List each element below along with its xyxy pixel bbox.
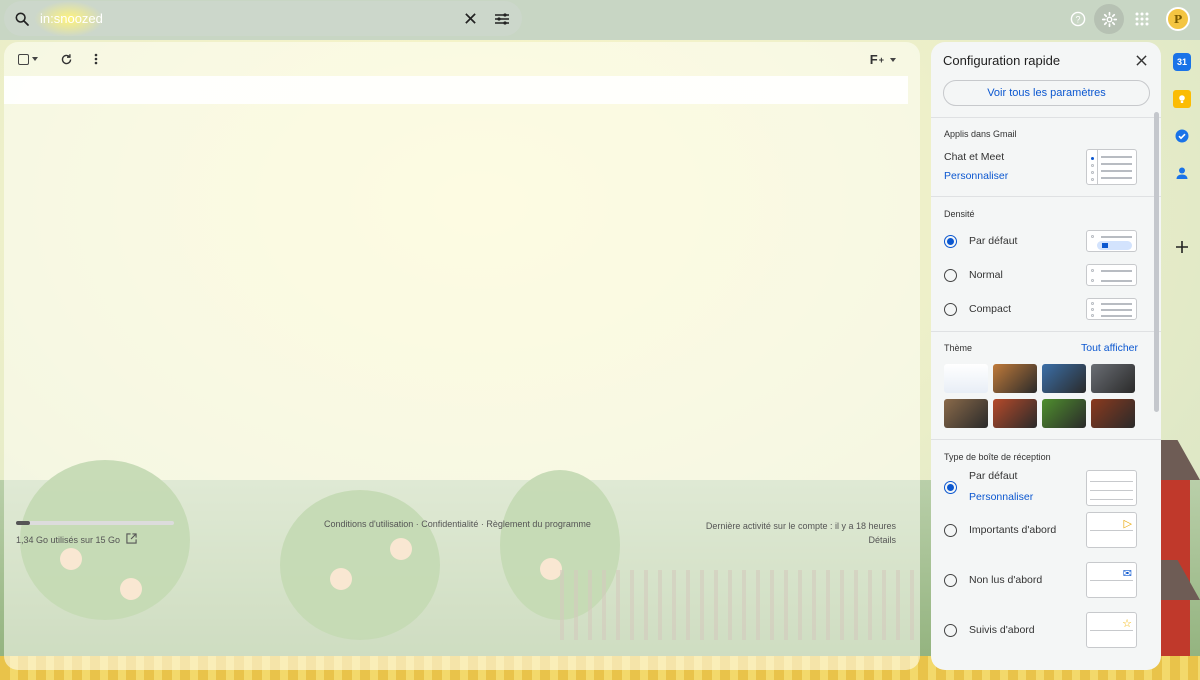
search-options-icon[interactable] [486, 3, 518, 35]
last-activity-text: Dernière activité sur le compte : il y a… [705, 521, 896, 531]
inbox-default-preview [1086, 470, 1137, 506]
footer-links: Conditions d'utilisation · Confidentiali… [324, 519, 591, 529]
tasks-icon[interactable] [1173, 127, 1191, 145]
theme-swatch[interactable] [944, 364, 988, 393]
inbox-type-section: Type de boîte de réception Par défaut Pe… [931, 440, 1161, 648]
theme-swatch[interactable] [993, 364, 1037, 393]
radio-unchecked-icon[interactable] [944, 573, 957, 587]
calendar-label: 31 [1176, 57, 1187, 67]
radio-unchecked-icon[interactable] [944, 623, 957, 637]
settings-gear-icon[interactable] [1094, 4, 1124, 34]
radio-unchecked-icon[interactable] [944, 268, 957, 282]
radio-unchecked-icon[interactable] [944, 523, 957, 537]
inbox-starred-preview: ☆ [1086, 612, 1137, 648]
theme-swatch[interactable] [1042, 364, 1086, 393]
inbox-unread-preview: ✉ [1086, 562, 1137, 598]
theme-swatch[interactable] [944, 399, 988, 428]
apps-label: Applis dans Gmail [944, 129, 1017, 139]
search-bar[interactable] [4, 1, 522, 37]
theme-section: Thème Tout afficher [931, 332, 1161, 428]
inbox-customize-link[interactable]: Personnaliser [969, 491, 1033, 503]
close-icon[interactable] [1129, 48, 1153, 72]
help-icon[interactable]: ? [1062, 3, 1094, 35]
account-activity: Dernière activité sur le compte : il y a… [706, 519, 896, 547]
inbox-option-starred[interactable]: Suivis d'abord ☆ [944, 612, 1137, 648]
radio-checked-icon[interactable] [944, 481, 957, 494]
apps-customize-link[interactable]: Personnaliser [944, 170, 1008, 182]
terms-link[interactable]: Conditions d'utilisation [324, 519, 413, 529]
details-link[interactable]: Détails [706, 533, 896, 547]
empty-mail-row [4, 76, 908, 104]
search-input[interactable] [40, 11, 420, 26]
chevron-down-icon [32, 57, 38, 61]
density-normal-label: Normal [969, 269, 1003, 281]
inbox-important-label: Importants d'abord [969, 524, 1057, 536]
theme-swatch[interactable] [1091, 364, 1135, 393]
contacts-icon[interactable] [1173, 164, 1191, 182]
apps-section: Applis dans Gmail Chat et Meet Personnal… [931, 118, 1161, 185]
radio-checked-icon[interactable] [944, 234, 957, 248]
inbox-important-preview: ▷ [1086, 512, 1137, 548]
density-normal-preview [1086, 264, 1137, 286]
see-all-settings-button[interactable]: Voir tous les paramètres [943, 80, 1150, 106]
storage-bar [16, 521, 174, 525]
envelope-icon: ✉ [1122, 568, 1132, 580]
more-options-icon[interactable] [82, 45, 110, 73]
search-icon[interactable] [6, 3, 38, 35]
radio-unchecked-icon[interactable] [944, 302, 957, 316]
theme-label: Thème [944, 343, 973, 353]
calendar-icon[interactable]: 31 [1173, 53, 1191, 71]
inbox-option-important[interactable]: Importants d'abord ▷ [944, 512, 1137, 548]
plus-mark: + [878, 54, 884, 65]
inbox-unread-label: Non lus d'abord [969, 574, 1043, 586]
inbox-option-default[interactable]: Par défaut Personnaliser [944, 470, 1137, 506]
inbox-type-label: Type de boîte de réception [944, 452, 1051, 462]
theme-swatch[interactable] [1091, 399, 1135, 428]
quick-settings-panel: Configuration rapide Voir tous les param… [931, 42, 1161, 670]
inbox-default-label: Par défaut [969, 470, 1018, 482]
apps-grid-icon[interactable] [1126, 3, 1158, 35]
density-option-compact[interactable]: Compact [944, 298, 1137, 320]
density-label: F [869, 52, 878, 67]
density-compact-preview [1086, 298, 1137, 320]
side-app-rail: 31 [1164, 42, 1200, 680]
density-section: Densité Par défaut Normal Compact [931, 197, 1161, 320]
mail-list-panel: F + 1,34 Go utilisés sur 15 Go Condition… [4, 42, 920, 670]
select-all-checkbox[interactable] [14, 45, 42, 73]
quick-settings-title: Configuration rapide [943, 52, 1061, 68]
density-label: Densité [944, 209, 975, 219]
theme-grid [944, 364, 1137, 428]
show-all-themes-link[interactable]: Tout afficher [1081, 342, 1138, 354]
refresh-icon[interactable] [52, 45, 80, 73]
clear-search-icon[interactable] [454, 3, 486, 35]
density-option-normal[interactable]: Normal [944, 264, 1137, 286]
input-tools-button[interactable]: F + [870, 52, 896, 67]
storage-text: 1,34 Go utilisés sur 15 Go [16, 534, 121, 545]
theme-swatch[interactable] [993, 399, 1037, 428]
add-icon[interactable] [1173, 238, 1191, 256]
checkbox-icon [18, 53, 29, 65]
chat-meet-label: Chat et Meet [944, 151, 1005, 163]
svg-text:?: ? [1075, 15, 1080, 25]
chevron-down-icon [890, 57, 896, 62]
top-right-actions: ? P [1062, 4, 1200, 34]
density-default-label: Par défaut [969, 235, 1018, 247]
mail-toolbar: F + [4, 42, 920, 76]
program-policies-link[interactable]: Règlement du programme [486, 519, 591, 529]
important-marker-icon: ▷ [1123, 518, 1132, 530]
theme-swatch[interactable] [1042, 399, 1086, 428]
privacy-link[interactable]: Confidentialité [421, 519, 478, 529]
density-compact-label: Compact [969, 303, 1012, 315]
density-default-preview [1086, 230, 1137, 252]
keep-icon[interactable] [1173, 90, 1191, 108]
star-icon: ☆ [1122, 618, 1132, 630]
inbox-option-unread[interactable]: Non lus d'abord ✉ [944, 562, 1137, 598]
open-external-icon[interactable] [126, 533, 137, 546]
chat-meet-preview [1086, 149, 1137, 185]
account-avatar[interactable]: P [1166, 7, 1190, 31]
storage-usage: 1,34 Go utilisés sur 15 Go [16, 521, 174, 546]
storage-fill [16, 521, 31, 525]
inbox-starred-label: Suivis d'abord [969, 624, 1035, 636]
density-option-default[interactable]: Par défaut [944, 230, 1137, 252]
